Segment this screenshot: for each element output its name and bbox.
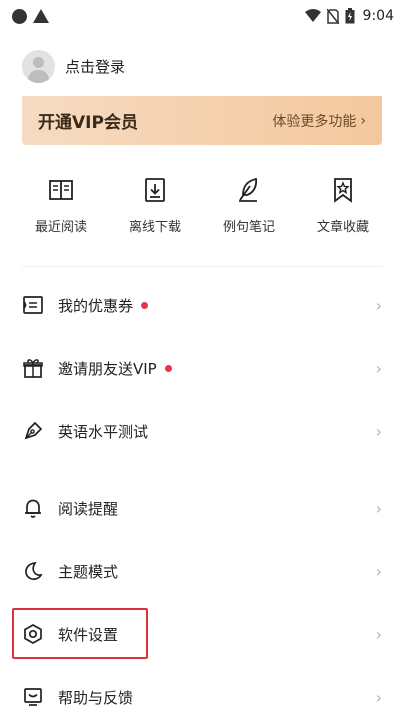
quick-recent-reading[interactable]: 最近阅读 [14,176,108,235]
vip-subtitle[interactable]: 体验更多功能 › [272,111,366,131]
quick-label: 文章收藏 [316,220,369,235]
bell-icon [22,497,44,519]
book-open-icon [49,180,73,200]
chevron-right-icon: › [375,421,382,441]
quick-label: 最近阅读 [34,220,87,235]
menu-item-theme-mode[interactable]: 主题模式 › [0,551,404,591]
chevron-right-icon: › [375,358,382,378]
vip-banner[interactable]: 开通VIP会员 体验更多功能 › [22,96,382,145]
chevron-right-icon: › [375,624,382,644]
notification-dot [141,301,149,309]
battery-icon [345,8,355,24]
warning-icon [33,9,49,23]
quick-sentence-notes[interactable]: 例句笔记 [202,176,296,235]
feedback-icon [22,686,44,708]
login-text[interactable]: 点击登录 [65,56,125,77]
highlight-box [12,608,148,659]
menu-item-invite-friends[interactable]: 邀请朋友送VIP › [0,348,404,388]
menu-item-reading-reminder[interactable]: 阅读提醒 › [0,488,404,528]
download-icon [145,178,165,202]
chevron-right-icon: › [375,498,382,518]
menu-item-english-test[interactable]: 英语水平测试 › [0,411,404,451]
chevron-right-icon: › [360,112,366,129]
coupon-icon [22,294,44,316]
pen-nib-icon [22,420,44,442]
wifi-icon [304,9,321,22]
moon-icon [22,560,44,582]
menu-label: 我的优惠券 [58,296,134,315]
login-row[interactable]: 点击登录 [22,46,125,86]
menu-label: 主题模式 [58,562,119,581]
gift-icon [22,357,44,379]
menu-label: 邀请朋友送VIP [58,359,157,378]
status-time: 9:04 [362,8,394,24]
no-sim-icon [326,8,339,24]
menu-item-coupons[interactable]: 我的优惠券 › [0,285,404,325]
notification-circle-icon [12,8,27,24]
status-bar: 9:04 [0,0,404,32]
chevron-right-icon: › [375,561,382,581]
menu-label: 帮助与反馈 [58,688,134,707]
bookmark-star-icon [334,178,352,203]
chevron-right-icon: › [375,295,382,315]
avatar[interactable] [22,49,55,83]
notification-dot [164,364,172,372]
quick-label: 例句笔记 [222,220,275,235]
menu-item-help-feedback[interactable]: 帮助与反馈 › [0,677,404,717]
quick-actions: 最近阅读 离线下载 例句笔记 文章收藏 [14,176,390,235]
quick-label: 离线下载 [128,220,181,235]
quick-offline-download[interactable]: 离线下载 [108,176,202,235]
chevron-right-icon: › [375,687,382,707]
vip-title: 开通VIP会员 [38,113,138,133]
menu-label: 英语水平测试 [58,422,149,441]
quick-article-favorites[interactable]: 文章收藏 [296,176,390,235]
menu-label: 阅读提醒 [58,499,119,518]
divider [22,266,382,267]
feather-pen-icon [239,177,258,202]
